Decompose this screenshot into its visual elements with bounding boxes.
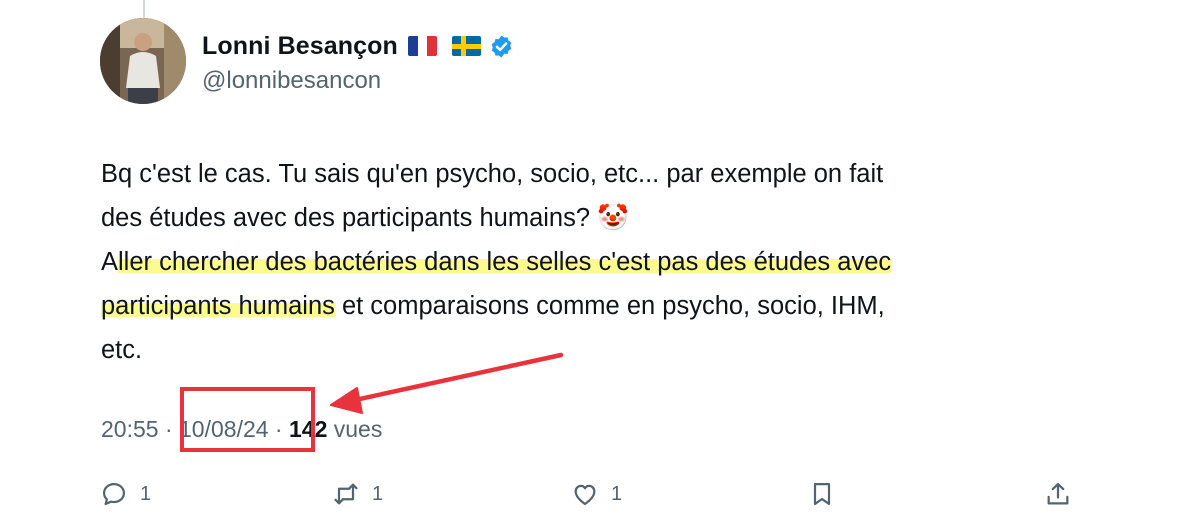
retweet-icon [334,483,358,505]
reply-count: 1 [140,482,152,505]
bookmark-icon [813,482,831,506]
heart-icon [574,484,596,506]
share-button[interactable] [1044,476,1072,512]
retweet-button[interactable]: 1 [332,476,383,512]
like-count: 1 [611,482,623,505]
share-icon [1047,482,1069,505]
reply-icon [102,482,126,506]
bookmark-button[interactable] [808,476,836,512]
tweet-actions-bar: 1 1 1 [100,476,1080,512]
reply-button[interactable]: 1 [100,476,151,512]
retweet-count: 1 [372,482,384,505]
like-button[interactable]: 1 [571,476,622,512]
annotation-arrow-icon [330,352,564,414]
